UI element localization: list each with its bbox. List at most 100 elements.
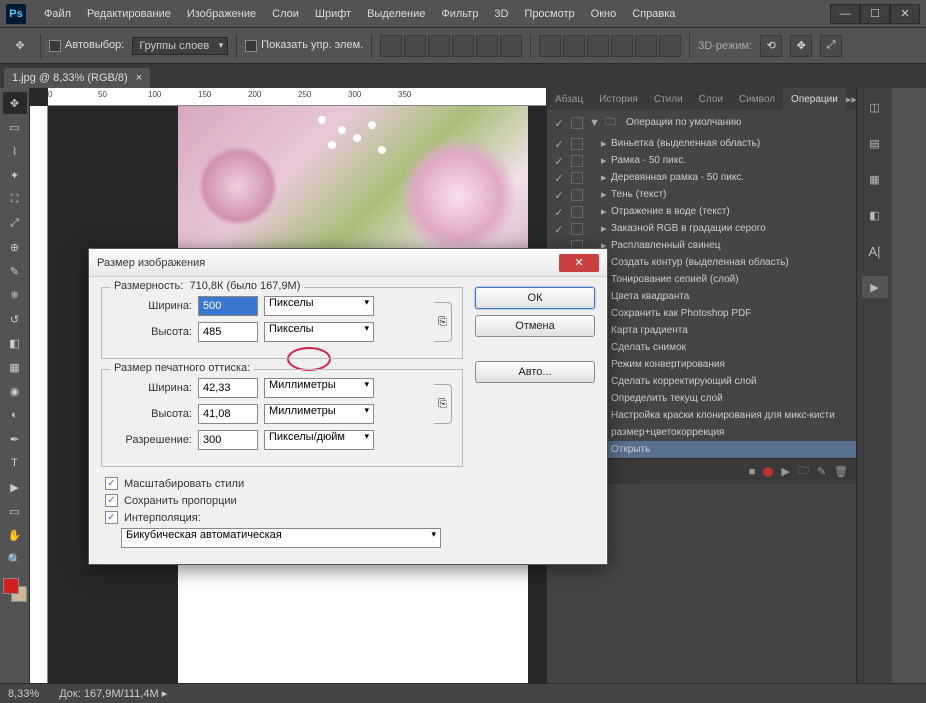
character-panel-icon[interactable]: A| <box>862 240 888 262</box>
menu-type[interactable]: Шрифт <box>307 8 359 20</box>
3d-scale-icon[interactable]: ⤢ <box>820 35 842 57</box>
menu-file[interactable]: Файл <box>36 8 79 20</box>
dialog-toggle-icon[interactable] <box>571 206 583 218</box>
constrain-checkbox[interactable]: ✓Сохранить пропорции <box>101 494 463 507</box>
eyedropper-tool[interactable]: ⤢ <box>3 212 27 234</box>
move-tool-indicator[interactable]: ✥ <box>8 35 32 57</box>
tab-layers[interactable]: Слои <box>691 88 731 110</box>
tab-paragraph[interactable]: Абзац <box>547 88 591 110</box>
brush-tool[interactable]: ✎ <box>3 260 27 282</box>
menu-view[interactable]: Просмотр <box>516 8 582 20</box>
menu-window[interactable]: Окно <box>583 8 625 20</box>
auto-button[interactable]: Авто... <box>475 361 595 383</box>
window-maximize[interactable]: ☐ <box>860 4 890 24</box>
print-width-input[interactable] <box>198 378 258 398</box>
dialog-toggle-icon[interactable] <box>571 172 583 184</box>
distribute-vcenter-icon[interactable] <box>563 35 585 57</box>
toggle-check-icon[interactable]: ✓ <box>553 189 565 201</box>
print-height-unit-select[interactable]: Миллиметры <box>264 404 374 424</box>
resolution-unit-select[interactable]: Пикселы/дюйм <box>264 430 374 450</box>
distribute-left-icon[interactable] <box>611 35 633 57</box>
dialog-toggle-icon[interactable] <box>571 155 583 167</box>
toggle-check-icon[interactable]: ✓ <box>553 155 565 167</box>
tab-history[interactable]: История <box>591 88 646 110</box>
magic-wand-tool[interactable]: ✦ <box>3 164 27 186</box>
tab-styles[interactable]: Стили <box>646 88 691 110</box>
constrain-link-icon[interactable]: ⎘ <box>434 302 452 342</box>
path-select-tool[interactable]: ▶ <box>3 476 27 498</box>
print-width-unit-select[interactable]: Миллиметры <box>264 378 374 398</box>
expand-icon[interactable]: ▸ <box>589 154 601 167</box>
width-unit-select[interactable]: Пикселы <box>264 296 374 316</box>
expand-icon[interactable]: ▸ <box>589 171 601 184</box>
show-controls-checkbox[interactable]: Показать упр. элем. <box>245 39 363 51</box>
align-bottom-icon[interactable] <box>428 35 450 57</box>
height-unit-select[interactable]: Пикселы <box>264 322 374 342</box>
expand-icon[interactable]: ▸ <box>589 222 601 235</box>
dialog-toggle-icon[interactable] <box>571 117 583 129</box>
menu-edit[interactable]: Редактирование <box>79 8 179 20</box>
menu-help[interactable]: Справка <box>624 8 683 20</box>
align-right-icon[interactable] <box>500 35 522 57</box>
histogram-icon[interactable]: ◫ <box>862 96 888 118</box>
shape-tool[interactable]: ▭ <box>3 500 27 522</box>
ok-button[interactable]: ОК <box>475 287 595 309</box>
toggle-check-icon[interactable]: ✓ <box>553 138 565 150</box>
window-minimize[interactable]: — <box>830 4 860 24</box>
swatches-icon[interactable]: ▦ <box>862 168 888 190</box>
align-top-icon[interactable] <box>380 35 402 57</box>
zoom-tool[interactable]: 🔍 <box>3 548 27 570</box>
stamp-tool[interactable]: ⎈ <box>3 284 27 306</box>
color-swatches[interactable] <box>3 578 27 602</box>
dialog-toggle-icon[interactable] <box>571 138 583 150</box>
dodge-tool[interactable]: ◐ <box>3 404 27 426</box>
marquee-tool[interactable]: ▭ <box>3 116 27 138</box>
gradient-tool[interactable]: ▦ <box>3 356 27 378</box>
action-item[interactable]: ✓▸Тень (текст) <box>547 186 856 203</box>
lasso-tool[interactable]: ⌇ <box>3 140 27 162</box>
toggle-check-icon[interactable]: ✓ <box>553 117 565 129</box>
print-constrain-link-icon[interactable]: ⎘ <box>434 384 452 424</box>
action-item[interactable]: ✓▸Рамка - 50 пикс. <box>547 152 856 169</box>
toggle-check-icon[interactable]: ✓ <box>553 206 565 218</box>
new-set-icon[interactable]: 🗀 <box>798 462 809 481</box>
3d-rotate-icon[interactable]: ⟲ <box>760 35 782 57</box>
dialog-toggle-icon[interactable] <box>571 223 583 235</box>
document-tab[interactable]: 1.jpg @ 8,33% (RGB/8) × <box>4 68 150 88</box>
zoom-level[interactable]: 8,33% <box>8 688 39 700</box>
dialog-close-button[interactable]: ✕ <box>559 254 599 272</box>
trash-icon[interactable]: 🗑 <box>834 465 848 478</box>
brushes-icon[interactable]: ▤ <box>862 132 888 154</box>
menu-3d[interactable]: 3D <box>486 8 516 20</box>
action-item[interactable]: ✓▸Отражение в воде (текст) <box>547 203 856 220</box>
expand-icon[interactable]: ▼ <box>589 117 599 129</box>
stop-icon[interactable]: ■ <box>749 466 756 478</box>
action-item[interactable]: ✓▸Деревянная рамка - 50 пикс. <box>547 169 856 186</box>
tab-character[interactable]: Символ <box>731 88 783 110</box>
interpolation-select[interactable]: Бикубическая автоматическая <box>121 528 441 548</box>
toggle-check-icon[interactable]: ✓ <box>553 172 565 184</box>
menu-layers[interactable]: Слои <box>264 8 307 20</box>
tab-actions[interactable]: Операции <box>783 88 846 110</box>
doc-info[interactable]: Док: 167,9M/111,4M ▸ <box>59 687 167 700</box>
expand-icon[interactable]: ▸ <box>589 188 601 201</box>
blur-tool[interactable]: ◉ <box>3 380 27 402</box>
distribute-bottom-icon[interactable] <box>587 35 609 57</box>
play-icon[interactable]: ▶ <box>781 465 789 478</box>
layer-group-dropdown[interactable]: Группы слоев <box>132 37 228 55</box>
distribute-hcenter-icon[interactable] <box>635 35 657 57</box>
align-hcenter-icon[interactable] <box>476 35 498 57</box>
type-tool[interactable]: T <box>3 452 27 474</box>
cancel-button[interactable]: Отмена <box>475 315 595 337</box>
3d-pan-icon[interactable]: ✥ <box>790 35 812 57</box>
healing-tool[interactable]: ⊕ <box>3 236 27 258</box>
print-height-input[interactable] <box>198 404 258 424</box>
auto-select-checkbox[interactable]: Автовыбор: <box>49 39 124 51</box>
interpolation-checkbox[interactable]: ✓Интерполяция: <box>101 511 463 524</box>
actions-play-icon[interactable]: ▶ <box>862 276 888 298</box>
action-item[interactable]: ✓▸Виньетка (выделенная область) <box>547 135 856 152</box>
menu-select[interactable]: Выделение <box>359 8 433 20</box>
action-set-row[interactable]: ✓ ▼ 🗀 Операции по умолчанию <box>547 110 856 135</box>
toggle-check-icon[interactable]: ✓ <box>553 223 565 235</box>
distribute-top-icon[interactable] <box>539 35 561 57</box>
